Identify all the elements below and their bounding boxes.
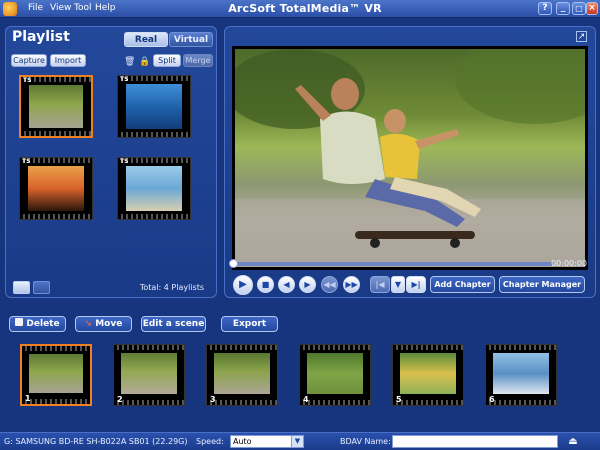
drive-info: G: SAMSUNG BD-RE SH-B022A SB01 (22.29G) bbox=[4, 437, 188, 446]
menu-view[interactable]: View bbox=[50, 3, 71, 13]
prev-chapter-icon: |◀ bbox=[370, 276, 390, 293]
eject-icon[interactable]: ⏏ bbox=[566, 436, 580, 448]
status-bar: G: SAMSUNG BD-RE SH-B022A SB01 (22.29G) … bbox=[0, 432, 600, 450]
playlist-title: Playlist bbox=[12, 29, 70, 45]
scene-number: 5 bbox=[396, 395, 402, 404]
prev-frame-icon[interactable]: ◀ bbox=[278, 276, 295, 293]
window-title: ArcSoft TotalMedia™ VR bbox=[228, 2, 382, 15]
edit-scene-button[interactable]: Edit a scene bbox=[141, 316, 206, 332]
delete-label: Delete bbox=[26, 319, 60, 329]
ts-badge: TS bbox=[120, 158, 129, 165]
time-readout: 00:00:00 bbox=[551, 259, 587, 268]
move-icon: ➘ bbox=[84, 319, 93, 329]
move-label: Move bbox=[95, 319, 123, 329]
export-button[interactable]: Export bbox=[221, 316, 278, 332]
lock-icon[interactable]: 🔒 bbox=[139, 57, 150, 67]
playlist-panel: Playlist Real Virtual Capture Import 🗑 🔒… bbox=[5, 26, 217, 298]
chapter-dropdown-icon[interactable]: ▼ bbox=[391, 276, 405, 293]
scene-number: 6 bbox=[489, 395, 495, 404]
playlist-thumb-4[interactable]: TS bbox=[117, 157, 191, 220]
scene-image bbox=[214, 353, 270, 394]
menu-tool[interactable]: Tool bbox=[74, 3, 91, 13]
chapter-manager-button[interactable]: Chapter Manager bbox=[499, 276, 585, 293]
chevron-down-icon[interactable]: ▼ bbox=[291, 436, 303, 447]
grid-view-icon[interactable] bbox=[13, 281, 30, 294]
speed-value: Auto bbox=[233, 437, 252, 446]
split-button[interactable]: Split bbox=[153, 54, 181, 67]
capture-button[interactable]: Capture bbox=[11, 54, 47, 67]
import-button[interactable]: Import bbox=[50, 54, 86, 67]
close-icon[interactable]: × bbox=[586, 2, 598, 15]
video-image bbox=[235, 49, 585, 267]
trash-icon[interactable]: 🗑 bbox=[124, 57, 135, 67]
scene-thumb-4[interactable]: 4 bbox=[299, 344, 371, 406]
help-icon[interactable]: ? bbox=[538, 2, 552, 15]
rewind-icon: ◀◀ bbox=[321, 276, 338, 293]
scene-thumb-5[interactable]: 5 bbox=[392, 344, 464, 406]
list-view-icon[interactable] bbox=[33, 281, 50, 294]
stop-icon[interactable]: ■ bbox=[257, 276, 274, 293]
expand-icon[interactable]: ↗ bbox=[576, 31, 587, 42]
seek-handle[interactable] bbox=[229, 259, 238, 268]
ts-badge: TS bbox=[23, 77, 32, 84]
tab-virtual[interactable]: Virtual bbox=[169, 32, 213, 47]
playlist-thumb-1[interactable]: TS bbox=[19, 75, 93, 138]
bdav-name-input[interactable] bbox=[392, 435, 558, 448]
play-icon[interactable]: ▶ bbox=[233, 275, 253, 295]
video-preview[interactable] bbox=[232, 46, 588, 270]
video-figures bbox=[235, 49, 585, 267]
thumbnail-image bbox=[126, 166, 182, 211]
speed-label: Speed: bbox=[196, 437, 224, 446]
scene-thumb-6[interactable]: 6 bbox=[485, 344, 557, 406]
scene-number: 3 bbox=[210, 395, 216, 404]
seek-bar[interactable] bbox=[229, 259, 553, 268]
thumbnail-image bbox=[29, 85, 83, 128]
delete-icon bbox=[15, 318, 24, 326]
playlist-thumb-3[interactable]: TS bbox=[19, 157, 93, 220]
fast-forward-icon[interactable]: ▶▶ bbox=[343, 276, 360, 293]
next-frame-icon[interactable]: ▶ bbox=[299, 276, 316, 293]
scene-number: 1 bbox=[25, 394, 31, 403]
thumbnail-image bbox=[126, 84, 182, 129]
minimize-icon[interactable]: _ bbox=[556, 2, 570, 15]
ts-badge: TS bbox=[120, 76, 129, 83]
video-panel: ↗ 00:00:00 ▶ ■ ◀ ▶ ◀◀ ▶▶ |◀ ▼ ▶| Add Cha… bbox=[224, 26, 596, 298]
thumbnail-image bbox=[28, 166, 84, 211]
scene-thumb-1[interactable]: 1 bbox=[20, 344, 92, 406]
move-button[interactable]: ➘ Move bbox=[75, 316, 132, 332]
maximize-icon[interactable]: □ bbox=[572, 2, 586, 15]
bdav-label: BDAV Name: bbox=[340, 437, 391, 446]
app-icon bbox=[3, 2, 17, 16]
playlist-thumb-2[interactable]: TS bbox=[117, 75, 191, 138]
scene-image bbox=[493, 353, 549, 394]
scene-thumb-2[interactable]: 2 bbox=[113, 344, 185, 406]
scene-image bbox=[121, 353, 177, 394]
playlist-total: Total: 4 Playlists bbox=[139, 283, 204, 292]
speed-select[interactable]: Auto ▼ bbox=[230, 435, 304, 448]
merge-button: Merge bbox=[183, 54, 213, 67]
scene-strip: 1 2 3 4 5 6 bbox=[0, 338, 600, 412]
title-bar: File View Tool Help ArcSoft TotalMedia™ … bbox=[0, 0, 600, 18]
menu-file[interactable]: File bbox=[28, 3, 43, 13]
delete-button[interactable]: Delete bbox=[9, 316, 66, 332]
scene-number: 2 bbox=[117, 395, 123, 404]
next-chapter-icon[interactable]: ▶| bbox=[406, 276, 426, 293]
scene-thumb-3[interactable]: 3 bbox=[206, 344, 278, 406]
scene-number: 4 bbox=[303, 395, 309, 404]
scene-image bbox=[29, 354, 83, 393]
menu-help[interactable]: Help bbox=[95, 3, 116, 13]
scene-image bbox=[400, 353, 456, 394]
add-chapter-button[interactable]: Add Chapter bbox=[430, 276, 495, 293]
ts-badge: TS bbox=[22, 158, 31, 165]
scene-image bbox=[307, 353, 363, 394]
tab-real[interactable]: Real bbox=[124, 32, 168, 47]
